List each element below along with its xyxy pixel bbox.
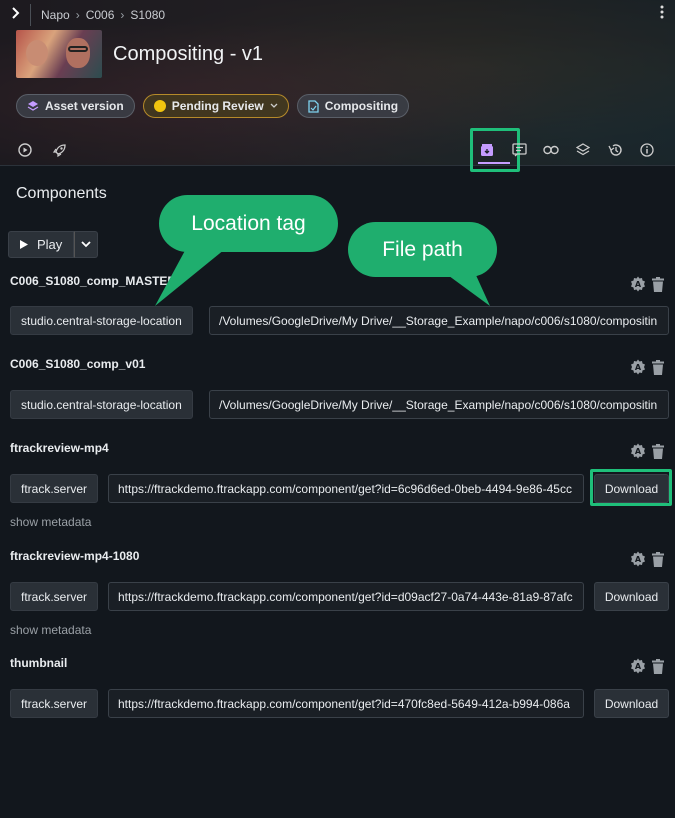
- trash-icon[interactable]: [652, 551, 664, 567]
- trash-icon[interactable]: [652, 276, 664, 292]
- svg-text:A: A: [635, 363, 642, 372]
- status-label: Pending Review: [171, 99, 264, 113]
- download-button[interactable]: Download: [594, 689, 669, 718]
- task-chip[interactable]: Compositing: [296, 94, 410, 118]
- divider: [30, 4, 31, 26]
- gear-icon[interactable]: A: [630, 443, 646, 459]
- gear-icon[interactable]: A: [630, 658, 646, 674]
- status-dropdown[interactable]: Pending Review: [142, 94, 289, 118]
- task-label: Compositing: [324, 99, 399, 113]
- status-dot-icon: [153, 100, 166, 112]
- chevron-down-icon: [81, 241, 91, 248]
- info-icon[interactable]: [638, 141, 656, 159]
- play-circle-icon[interactable]: [16, 141, 34, 159]
- breadcrumb-item[interactable]: S1080: [130, 8, 165, 22]
- expand-chevron-icon[interactable]: [6, 5, 26, 25]
- layers-stack-icon[interactable]: [574, 141, 592, 159]
- trash-icon[interactable]: [652, 359, 664, 375]
- file-path-field[interactable]: https://ftrackdemo.ftrackapp.com/compone…: [108, 689, 584, 718]
- version-thumbnail: [16, 30, 102, 78]
- trash-icon[interactable]: [652, 443, 664, 459]
- trash-icon[interactable]: [652, 658, 664, 674]
- component-name: ftrackreview-mp4: [10, 441, 109, 455]
- gear-icon[interactable]: A: [630, 359, 646, 375]
- header: Napo › C006 › S1080 Compositing - v1 Ass…: [0, 0, 675, 166]
- play-split-button: Play: [8, 231, 98, 258]
- component-name: C006_S1080_comp_MASTER: [10, 274, 177, 288]
- layers-icon: [27, 101, 39, 111]
- callout-file-path: File path: [348, 222, 497, 277]
- section-title: Components: [16, 185, 107, 202]
- file-path-field[interactable]: https://ftrackdemo.ftrackapp.com/compone…: [108, 474, 584, 503]
- file-path-field[interactable]: /Volumes/GoogleDrive/My Drive/__Storage_…: [209, 390, 669, 419]
- breadcrumb: Napo › C006 › S1080: [41, 8, 165, 22]
- chevron-right-icon: ›: [120, 8, 125, 22]
- svg-text:A: A: [635, 555, 642, 564]
- link-icon[interactable]: [542, 141, 560, 159]
- document-icon: [308, 99, 319, 113]
- location-tag: studio.central-storage-location: [10, 306, 193, 335]
- callout-location-tag: Location tag: [159, 195, 338, 252]
- location-tag: studio.central-storage-location: [10, 390, 193, 419]
- download-button[interactable]: Download: [594, 582, 669, 611]
- notes-icon[interactable]: [510, 141, 528, 159]
- asset-version-label: Asset version: [45, 99, 124, 113]
- chevron-down-icon: [270, 103, 278, 108]
- component-name: C006_S1080_comp_v01: [10, 357, 146, 371]
- component-actions: A: [630, 276, 664, 292]
- component-actions: A: [630, 551, 664, 567]
- svg-text:A: A: [635, 447, 642, 456]
- breadcrumb-item[interactable]: C006: [86, 8, 115, 22]
- gear-icon[interactable]: A: [630, 551, 646, 567]
- rocket-icon[interactable]: [50, 141, 68, 159]
- file-path-field[interactable]: /Volumes/GoogleDrive/My Drive/__Storage_…: [209, 306, 669, 335]
- active-tab-indicator: [478, 162, 510, 164]
- location-tag: ftrack.server: [10, 689, 99, 718]
- page-title: Compositing - v1: [113, 43, 264, 65]
- location-tag: ftrack.server: [10, 474, 99, 503]
- svg-text:A: A: [635, 280, 642, 289]
- component-actions: A: [630, 658, 664, 674]
- component-actions: A: [630, 443, 664, 459]
- components-tab-icon[interactable]: [478, 141, 496, 159]
- chevron-right-icon: ›: [75, 8, 80, 22]
- file-path-field[interactable]: https://ftrackdemo.ftrackapp.com/compone…: [108, 582, 584, 611]
- breadcrumb-item[interactable]: Napo: [41, 8, 70, 22]
- component-name: ftrackreview-mp4-1080: [10, 549, 140, 563]
- component-name: thumbnail: [10, 656, 68, 670]
- asset-version-chip[interactable]: Asset version: [16, 94, 135, 118]
- chip-row: Asset version Pending Review Compositing: [16, 94, 410, 118]
- play-label: Play: [37, 237, 63, 252]
- more-options-icon[interactable]: [657, 5, 667, 25]
- toolbar-left: [16, 141, 68, 159]
- gear-icon[interactable]: A: [630, 276, 646, 292]
- location-tag: ftrack.server: [10, 582, 99, 611]
- show-metadata-link[interactable]: show metadata: [10, 623, 91, 637]
- highlight-box: [590, 469, 672, 506]
- component-actions: A: [630, 359, 664, 375]
- toolbar-right: [478, 141, 656, 159]
- play-icon: [20, 240, 28, 249]
- play-button[interactable]: Play: [8, 231, 74, 258]
- show-metadata-link[interactable]: show metadata: [10, 515, 91, 529]
- svg-text:A: A: [635, 662, 642, 671]
- play-dropdown[interactable]: [74, 231, 98, 258]
- history-icon[interactable]: [606, 141, 624, 159]
